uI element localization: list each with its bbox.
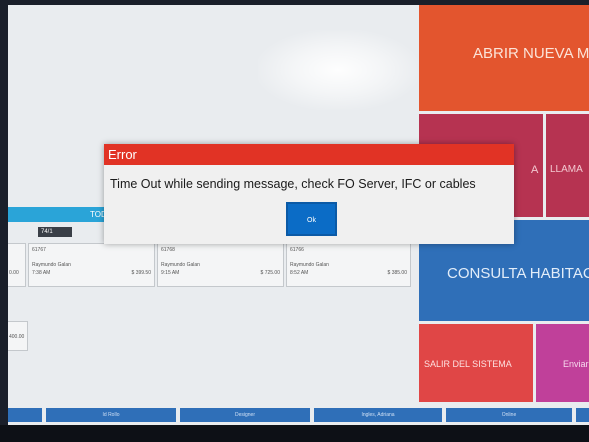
status-bar-button[interactable] [576, 408, 589, 422]
abrir-nueva-tile[interactable]: ABRIR NUEVA M [419, 5, 589, 111]
enviar-label: Enviar [563, 359, 589, 369]
ticket-amount: $ 385.00 [387, 270, 407, 276]
partial-ticket-card[interactable]: 400.00 [8, 321, 28, 351]
status-bar-item-user[interactable]: Ingles, Adriana [314, 408, 442, 422]
ticket-card[interactable]: 61768 Raymundo Galan 9:15 AM $ 725.00 [157, 243, 284, 287]
ticket-time: 8:52 AM [290, 270, 309, 276]
enviar-tile[interactable]: Enviar [536, 324, 589, 402]
error-dialog-title-bar: Error [104, 144, 514, 165]
ticket-time: 9:15 AM [161, 270, 180, 276]
status-bar: Id Rollo Designer Ingles, Adriana Online [8, 406, 589, 425]
screen-glare [258, 30, 418, 110]
ticket-amount: 0.00 [9, 270, 19, 276]
status-bar-button[interactable] [8, 408, 42, 422]
ticket-card[interactable]: 61767 Raymundo Galan 7:38 AM $ 399.50 [28, 243, 155, 287]
status-bar-item-rollo[interactable]: Id Rollo [46, 408, 176, 422]
status-bar-item-designer[interactable]: Designer [180, 408, 310, 422]
ticket-amount: $ 725.00 [260, 270, 280, 276]
llamar-label: LLAMA [550, 164, 583, 175]
salir-sistema-label: SALIR DEL SISTEMA [424, 359, 512, 369]
ticket-time: 7:38 AM [32, 270, 51, 276]
abrir-nueva-label: ABRIR NUEVA M [473, 45, 589, 62]
ticket-id: 61766 [290, 247, 304, 253]
ticket-id: 61767 [32, 247, 46, 253]
ok-button[interactable]: Ok [286, 202, 337, 236]
ticket-amount: $ 399.50 [131, 270, 151, 276]
ticket-name: Raymundo Galan [32, 262, 71, 268]
consulta-habitacion-label: CONSULTA HABITAC [447, 265, 589, 282]
ticket-name: Raymundo Galan [290, 262, 329, 268]
ticket-id: 61768 [161, 247, 175, 253]
error-message: Time Out while sending message, check FO… [110, 177, 476, 191]
active-tab[interactable]: 74/1 [38, 227, 72, 237]
ticket-amount: 400.00 [9, 334, 25, 340]
error-dialog-title: Error [108, 147, 137, 162]
ticket-name: Raymundo Galan [161, 262, 200, 268]
salir-sistema-tile[interactable]: SALIR DEL SISTEMA [419, 324, 533, 402]
ticket-card[interactable]: 61766 Raymundo Galan 8:52 AM $ 385.00 [286, 243, 411, 287]
status-bar-item-online[interactable]: Online [446, 408, 572, 422]
llamar-tile[interactable]: LLAMA [546, 114, 589, 217]
tile-a-label: A [531, 164, 539, 176]
error-dialog: Error Time Out while sending message, ch… [104, 144, 514, 244]
partial-ticket-card[interactable]: 0.00 [8, 243, 26, 287]
monitor-bezel [0, 425, 589, 442]
